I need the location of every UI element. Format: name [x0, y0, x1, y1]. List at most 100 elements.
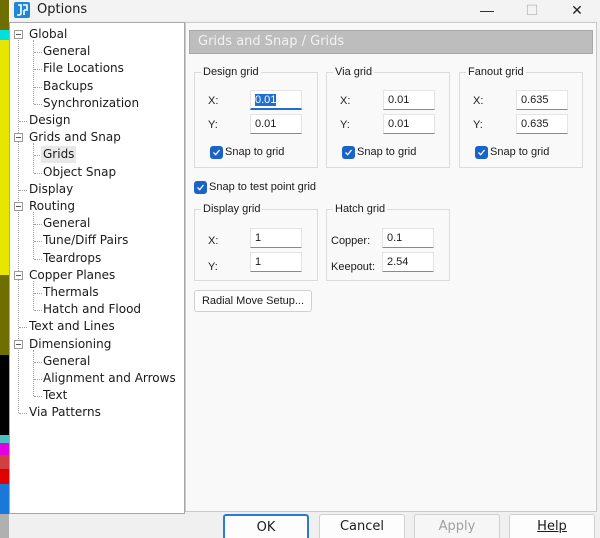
help-label: Help — [537, 519, 567, 534]
via-grid-snap-label: Snap to grid — [357, 146, 417, 158]
collapse-icon[interactable] — [14, 339, 23, 349]
app-icon — [14, 2, 30, 18]
tree-item-object-snap[interactable]: Object Snap — [41, 164, 118, 181]
hatch-copper-label: Copper: — [331, 235, 371, 247]
via-grid-y-label: Y: — [340, 119, 350, 131]
fanout-grid-y-label: Y: — [473, 119, 483, 131]
tree-guide-line — [33, 143, 34, 173]
fanout-grid-label: Fanout grid — [466, 65, 526, 79]
display-grid-x-label: X: — [208, 235, 219, 247]
tree-guide-line — [33, 349, 34, 397]
tree-item-general[interactable]: General — [41, 43, 92, 60]
via-grid-x-label: X: — [340, 95, 351, 107]
display-grid-group: Display grid X: 1 Y: 1 — [194, 202, 318, 281]
tree-item-display[interactable]: Display — [27, 181, 75, 198]
via-grid-group: Via grid X: 0.01 Y: 0.01 Snap to grid — [326, 65, 450, 168]
background-app-strip — [0, 0, 9, 538]
fanout-grid-y-input[interactable]: 0.635 — [516, 114, 568, 134]
title-bar: Options — ☐ ✕ — [9, 0, 600, 20]
fanout-grid-snap-label: Snap to grid — [490, 146, 550, 158]
design-grid-y-input[interactable]: 0.01 — [250, 114, 302, 134]
fanout-grid-snap-checkbox[interactable]: Snap to grid — [475, 145, 549, 159]
checkbox-checked-icon — [342, 145, 355, 159]
collapse-icon[interactable] — [14, 30, 23, 39]
via-grid-label: Via grid — [333, 65, 375, 79]
display-grid-x-input[interactable]: 1 — [250, 228, 302, 248]
fanout-grid-x-input[interactable]: 0.635 — [516, 90, 568, 110]
tree-item-copper-planes[interactable]: Copper Planes — [27, 267, 117, 284]
display-grid-label: Display grid — [201, 202, 263, 216]
hatch-grid-group: Hatch grid Copper: 0.1 Keepout: 2.54 — [326, 202, 450, 281]
tree-item-general[interactable]: General — [41, 353, 92, 370]
tree-guide-line — [18, 38, 19, 414]
hatch-keepout-label: Keepout: — [331, 261, 376, 273]
collapse-icon[interactable] — [14, 270, 23, 280]
tree-item-thermals[interactable]: Thermals — [41, 284, 101, 301]
close-icon: ✕ — [571, 1, 583, 18]
snap-test-point-checkbox[interactable]: Snap to test point grid — [194, 180, 316, 194]
checkbox-checked-icon — [475, 145, 488, 159]
checkbox-checked-icon — [194, 180, 207, 194]
tree-guide-line — [19, 121, 27, 122]
radial-move-setup-button[interactable]: Radial Move Setup... — [194, 290, 312, 312]
grids-settings-panel: Grids and Snap / Grids Design grid X: 0.… — [185, 22, 597, 512]
window-title: Options — [37, 2, 88, 17]
design-grid-group: Design grid X: 0.01 Y: 0.01 Snap to grid — [194, 65, 318, 168]
checkbox-checked-icon — [210, 145, 223, 159]
tree-item-text[interactable]: Text — [41, 387, 69, 404]
ok-button[interactable]: OK — [223, 514, 309, 538]
via-grid-snap-checkbox[interactable]: Snap to grid — [342, 145, 416, 159]
tree-guide-line — [19, 189, 27, 191]
hatch-grid-label: Hatch grid — [333, 202, 388, 216]
display-grid-y-label: Y: — [208, 261, 218, 273]
design-grid-label: Design grid — [201, 65, 261, 79]
tree-item-design[interactable]: Design — [27, 112, 72, 129]
design-grid-x-input[interactable]: 0.01 — [250, 90, 302, 110]
help-button[interactable]: Help — [509, 514, 595, 538]
snap-test-point-label: Snap to test point grid — [209, 181, 317, 193]
tree-item-grids-and-snap[interactable]: Grids and Snap — [27, 129, 123, 146]
tree-item-routing[interactable]: Routing — [27, 198, 77, 215]
tree-item-tune-diff-pairs[interactable]: Tune/Diff Pairs — [41, 232, 130, 249]
via-grid-x-input[interactable]: 0.01 — [383, 90, 435, 110]
collapse-icon[interactable] — [14, 202, 23, 211]
tree-item-file-locations[interactable]: File Locations — [41, 60, 126, 77]
tree-item-general[interactable]: General — [41, 215, 92, 232]
design-grid-x-label: X: — [208, 95, 219, 107]
design-grid-y-label: Y: — [208, 119, 218, 131]
apply-button[interactable]: Apply — [414, 514, 500, 538]
fanout-grid-group: Fanout grid X: 0.635 Y: 0.635 Snap to gr… — [459, 65, 583, 168]
tree-item-hatch-and-flood[interactable]: Hatch and Flood — [41, 301, 143, 318]
tree-item-grids[interactable]: Grids — [41, 146, 77, 164]
hatch-copper-input[interactable]: 0.1 — [382, 228, 434, 248]
tree-guide-line — [19, 327, 27, 329]
tree-item-dimensioning[interactable]: Dimensioning — [27, 336, 113, 353]
section-header: Grids and Snap / Grids — [189, 30, 593, 54]
tree-item-text-and-lines[interactable]: Text and Lines — [27, 318, 117, 335]
via-grid-y-input[interactable]: 0.01 — [383, 114, 435, 134]
tree-item-via-patterns[interactable]: Via Patterns — [27, 404, 103, 421]
collapse-icon[interactable] — [14, 133, 23, 143]
tree-item-synchronization[interactable]: Synchronization — [41, 95, 141, 112]
display-grid-y-input[interactable]: 1 — [250, 252, 302, 272]
tree-guide-line — [33, 280, 34, 311]
fanout-grid-x-label: X: — [473, 95, 484, 107]
tree-guide-line — [33, 40, 34, 104]
cancel-button[interactable]: Cancel — [319, 514, 405, 538]
tree-guide-line — [19, 413, 27, 415]
minimize-icon: — — [480, 2, 494, 18]
maximize-button[interactable]: ☐ — [509, 0, 555, 20]
close-button[interactable]: ✕ — [554, 0, 600, 20]
design-grid-snap-label: Snap to grid — [225, 146, 285, 158]
options-dialog: Options — ☐ ✕ Global General File Location… — [9, 0, 600, 538]
options-tree[interactable]: Global General File Locations Backups Synchr… — [9, 22, 185, 514]
maximize-icon: ☐ — [525, 1, 539, 18]
tree-item-global[interactable]: Global — [27, 26, 69, 43]
tree-item-teardrops[interactable]: Teardrops — [41, 250, 103, 267]
hatch-keepout-input[interactable]: 2.54 — [382, 252, 434, 272]
design-grid-snap-checkbox[interactable]: Snap to grid — [210, 145, 284, 159]
minimize-button[interactable]: — — [464, 0, 510, 20]
tree-item-backups[interactable]: Backups — [41, 78, 95, 95]
tree-item-alignment-and-arrows[interactable]: Alignment and Arrows — [41, 370, 178, 387]
tree-guide-line — [33, 212, 34, 259]
